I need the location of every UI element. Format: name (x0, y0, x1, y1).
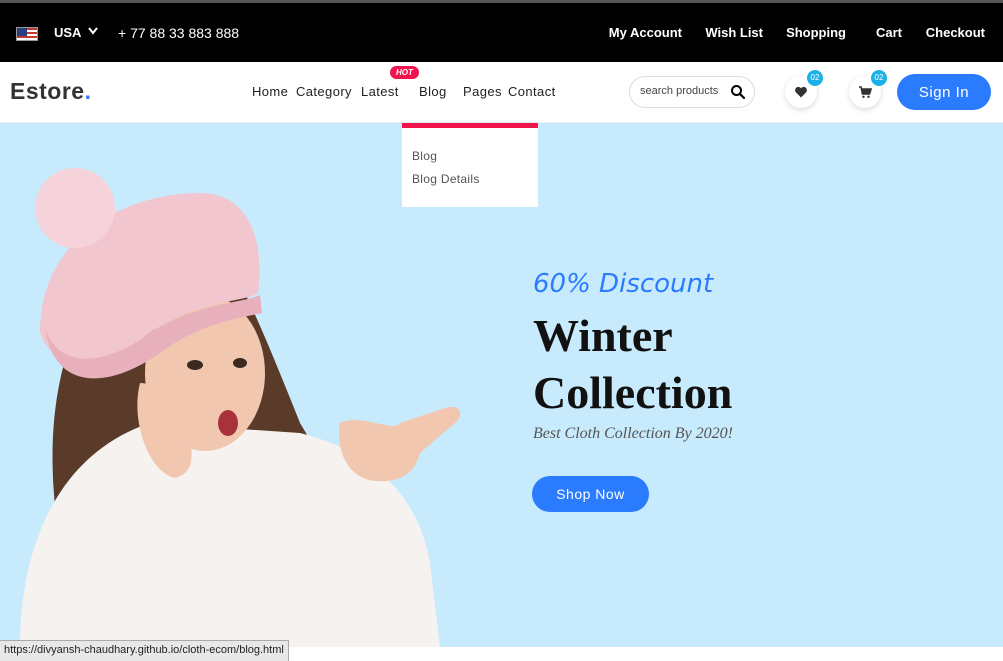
wishlist-count-badge: 02 (807, 70, 823, 86)
cart-count-badge: 02 (871, 70, 887, 86)
heart-icon (795, 86, 807, 98)
hot-badge: HOT (390, 66, 419, 79)
discount-label: 60% Discount (533, 269, 714, 299)
search-box (629, 76, 755, 108)
blog-dropdown-menu: Blog Blog Details (402, 123, 538, 207)
main-navbar: Estore. Home Category Latest Blog Pages … (0, 62, 1003, 123)
headline-line-2: Collection (533, 367, 733, 418)
country-selector[interactable]: USA (54, 25, 81, 40)
checkout-link[interactable]: Checkout (926, 25, 985, 40)
cart-link[interactable]: Cart (876, 25, 902, 40)
hero-headline: Winter Collection (533, 307, 732, 421)
nav-latest[interactable]: Latest (361, 84, 399, 99)
cart-icon (859, 86, 872, 98)
nav-blog[interactable]: Blog (419, 84, 447, 99)
dropdown-item-blog[interactable]: Blog (412, 149, 437, 163)
wishlist-button[interactable]: 02 (785, 70, 823, 108)
hero-subtitle: Best Cloth Collection By 2020! (533, 425, 733, 442)
nav-pages[interactable]: Pages (463, 84, 502, 99)
wish-list-link[interactable]: Wish List (705, 25, 763, 40)
phone-number: + 77 88 33 883 888 (118, 25, 240, 41)
headline-line-1: Winter (533, 310, 673, 361)
browser-status-bar: https://divyansh-chaudhary.github.io/clo… (0, 640, 289, 661)
dropdown-item-blog-details[interactable]: Blog Details (412, 172, 480, 186)
search-icon[interactable] (730, 84, 746, 100)
chevron-down-icon[interactable] (88, 27, 98, 35)
top-bar: USA + 77 88 33 883 888 My Account Wish L… (0, 0, 1003, 62)
cart-button[interactable]: 02 (849, 70, 887, 108)
my-account-link[interactable]: My Account (609, 25, 682, 40)
shopping-link[interactable]: Shopping (786, 25, 846, 40)
us-flag-icon[interactable] (16, 27, 38, 41)
search-input[interactable] (640, 85, 724, 97)
logo[interactable]: Estore. (10, 78, 91, 105)
nav-contact[interactable]: Contact (508, 84, 556, 99)
nav-home[interactable]: Home (252, 84, 288, 99)
sign-in-button[interactable]: Sign In (897, 74, 991, 110)
nav-category[interactable]: Category (296, 84, 352, 99)
shop-now-button[interactable]: Shop Now (532, 476, 649, 512)
